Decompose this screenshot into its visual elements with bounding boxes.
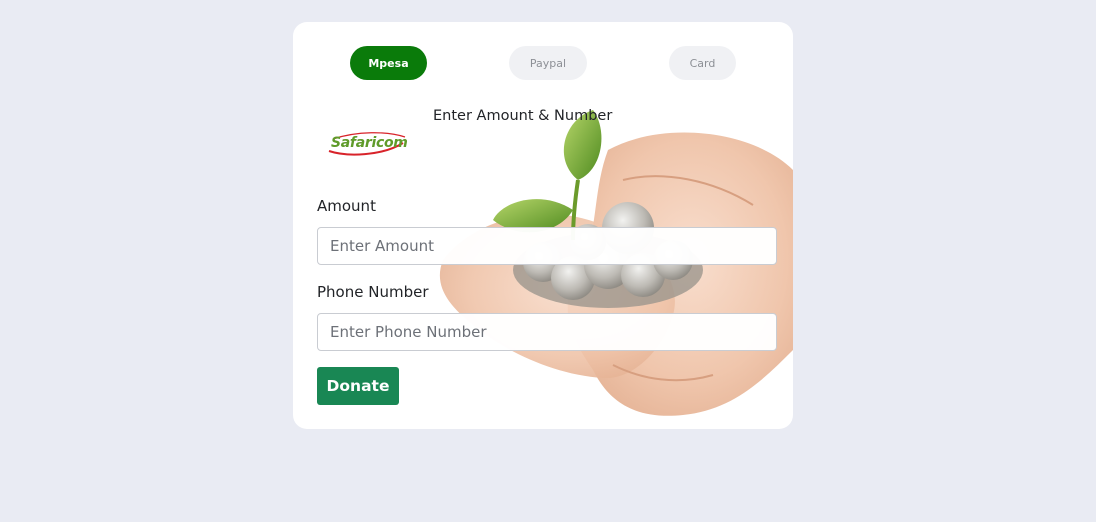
phone-number-label: Phone Number: [317, 283, 429, 301]
tab-card[interactable]: Card: [669, 46, 736, 80]
amount-label: Amount: [317, 197, 376, 215]
amount-input[interactable]: [317, 227, 777, 265]
donate-button[interactable]: Donate: [317, 367, 399, 405]
safaricom-logo: Safaricom: [327, 129, 408, 159]
tab-mpesa[interactable]: Mpesa: [350, 46, 427, 80]
payment-method-tabs: Mpesa Paypal Card: [293, 46, 793, 80]
donation-card: Mpesa Paypal Card Enter Amount & Number …: [293, 22, 793, 429]
hands-holding-coins-image: [439, 110, 793, 416]
tab-paypal[interactable]: Paypal: [509, 46, 587, 80]
logo-text: Safaricom: [331, 135, 408, 151]
phone-number-input[interactable]: [317, 313, 777, 351]
form-title: Enter Amount & Number: [433, 108, 613, 124]
